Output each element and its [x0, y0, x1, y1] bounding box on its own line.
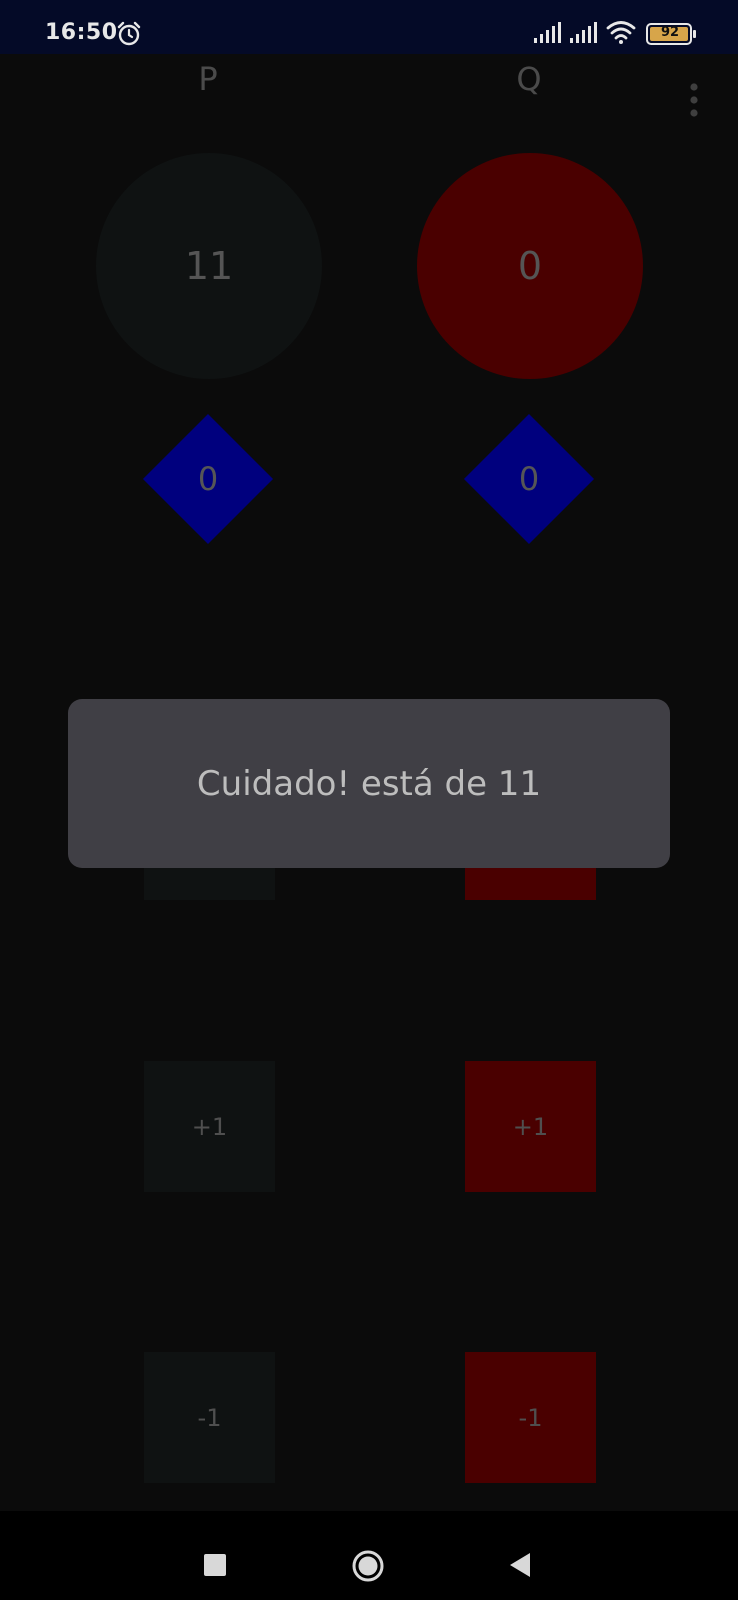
player-p-sets-value: 0	[197, 460, 219, 498]
signal-icon	[534, 22, 561, 43]
player-q-plus-button[interactable]: +1	[465, 1061, 596, 1192]
battery-level: 92	[660, 25, 680, 40]
player-p-score[interactable]: 11	[96, 153, 322, 379]
alarm-icon	[117, 21, 141, 46]
status-time: 16:50	[45, 20, 118, 45]
more-vert-icon[interactable]	[682, 82, 706, 118]
navigation-bar	[0, 1511, 738, 1600]
status-bar: 16:50 92	[0, 0, 738, 54]
wifi-icon	[606, 21, 636, 44]
recents-icon[interactable]	[204, 1554, 226, 1576]
player-p-label: P	[198, 60, 218, 98]
player-q-label: Q	[516, 60, 542, 98]
back-icon[interactable]	[508, 1552, 532, 1578]
player-q-sets[interactable]: 0	[463, 413, 595, 545]
player-q-score[interactable]: 0	[417, 153, 643, 379]
player-p-minus-button[interactable]: -1	[144, 1352, 275, 1483]
player-p-sets[interactable]: 0	[142, 413, 274, 545]
home-icon[interactable]	[352, 1550, 384, 1582]
player-p-plus-button[interactable]: +1	[144, 1061, 275, 1192]
signal-icon	[570, 22, 597, 43]
toast-message: Cuidado! está de 11	[68, 699, 670, 868]
player-q-sets-value: 0	[518, 460, 540, 498]
player-q-minus-button[interactable]: -1	[465, 1352, 596, 1483]
